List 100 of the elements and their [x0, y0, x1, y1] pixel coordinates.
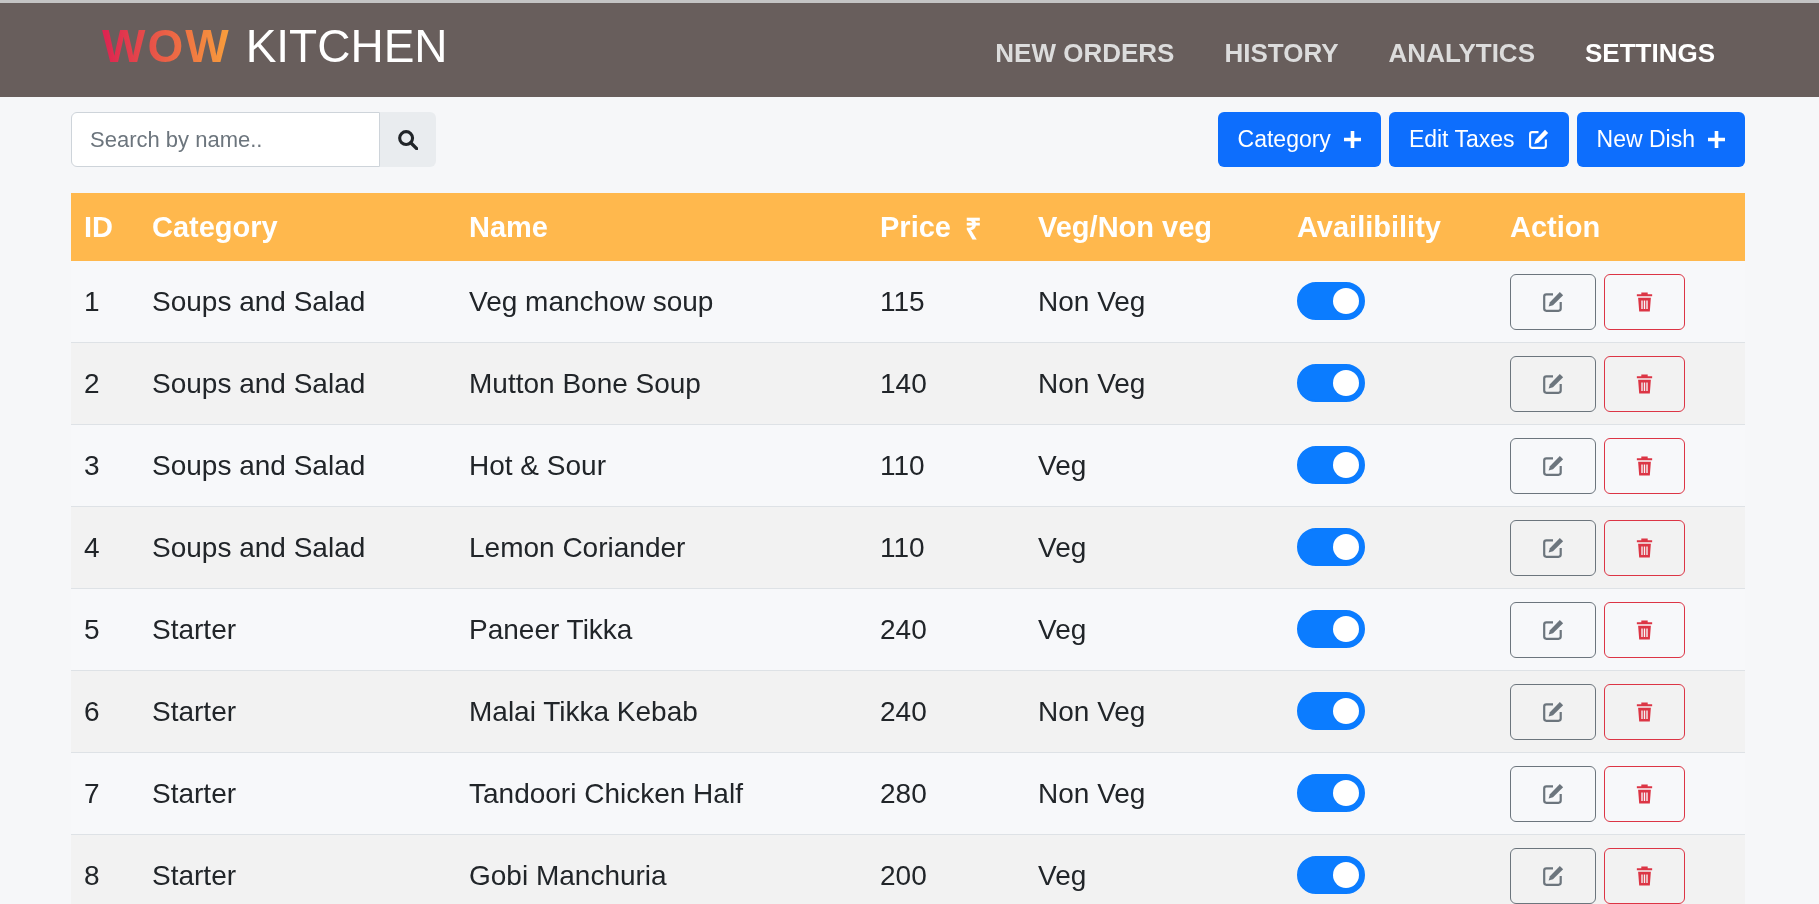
category-cell-text: Starter [151, 695, 238, 728]
id-cell-text: 3 [83, 449, 101, 482]
category-cell-text: Soups and Salad [151, 367, 367, 400]
toolbar-button[interactable]: Edit Taxes [1388, 112, 1569, 167]
column-header: Availibility [1297, 210, 1441, 244]
plus-icon [1708, 131, 1725, 148]
search-button[interactable] [380, 112, 436, 167]
id-cell-text: 4 [83, 531, 101, 564]
nav-link[interactable]: SETTINGS [1585, 37, 1715, 69]
type-cell-text: Non Veg [1037, 367, 1147, 400]
name-cell-text: Malai Tikka Kebab [468, 695, 699, 728]
edit-button[interactable] [1510, 519, 1596, 576]
name-cell-text: Gobi Manchuria [468, 859, 668, 892]
type-cell-text: Veg [1037, 613, 1088, 646]
column-header: Name [469, 210, 548, 244]
price-cell-text: 115 [879, 285, 926, 318]
pencil-square-icon [1542, 782, 1564, 805]
category-cell-text: Soups and Salad [151, 449, 367, 482]
delete-button[interactable] [1604, 519, 1685, 576]
type-cell-text: Veg [1037, 449, 1088, 482]
trash-icon [1636, 865, 1653, 886]
name-cell-text: Tandoori Chicken Half [468, 777, 744, 810]
currency-symbol: ₹ [964, 211, 982, 247]
price-cell-text: 110 [879, 449, 926, 482]
delete-button[interactable] [1604, 765, 1685, 822]
id-cell-text: 6 [83, 695, 101, 728]
trash-icon [1636, 783, 1653, 804]
pencil-square-icon [1542, 454, 1564, 477]
nav-link[interactable]: NEW ORDERS [995, 37, 1175, 69]
edit-button[interactable] [1510, 355, 1596, 412]
name-cell-text: Hot & Sour [468, 449, 607, 482]
availability-toggle[interactable] [1297, 855, 1365, 894]
pencil-square-icon [1542, 700, 1564, 723]
trash-icon [1636, 373, 1653, 394]
pencil-square-icon [1542, 618, 1564, 641]
price-cell-text: 110 [879, 531, 926, 564]
trash-icon [1636, 291, 1653, 312]
availability-toggle[interactable] [1297, 363, 1365, 402]
plus-icon [1343, 131, 1361, 148]
nav-link[interactable]: ANALYTICS [1388, 37, 1535, 69]
availability-toggle[interactable] [1297, 281, 1365, 320]
price-cell-text: 240 [879, 613, 928, 646]
delete-button[interactable] [1604, 273, 1685, 330]
type-cell-text: Veg [1037, 531, 1088, 564]
availability-toggle[interactable] [1297, 691, 1365, 730]
pencil-square-icon [1527, 129, 1549, 150]
type-cell-text: Non Veg [1037, 695, 1147, 728]
delete-button[interactable] [1604, 601, 1685, 658]
name-cell-text: Mutton Bone Soup [468, 367, 702, 400]
id-cell-text: 5 [83, 613, 101, 646]
category-cell-text: Starter [151, 859, 238, 892]
edit-button[interactable] [1510, 765, 1596, 822]
edit-button[interactable] [1510, 437, 1596, 494]
column-header: Veg/Non veg [1038, 210, 1213, 244]
category-cell-text: Soups and Salad [151, 531, 367, 564]
type-cell-text: Veg [1037, 859, 1088, 892]
category-cell-text: Starter [151, 777, 238, 810]
category-cell-text: Soups and Salad [151, 285, 367, 318]
price-cell-text: 140 [879, 367, 928, 400]
id-cell-text: 8 [83, 859, 101, 892]
edit-button[interactable] [1510, 847, 1596, 904]
logo-text: KITCHEN [245, 23, 448, 69]
column-header: Action [1510, 210, 1601, 244]
nav-link[interactable]: HISTORY [1224, 37, 1339, 69]
availability-toggle[interactable] [1297, 609, 1365, 648]
pencil-square-icon [1542, 864, 1564, 887]
search-field[interactable]: Search by name.. [71, 112, 380, 167]
column-header: ID [84, 210, 113, 244]
trash-icon [1636, 537, 1653, 558]
availability-toggle[interactable] [1297, 773, 1365, 812]
trash-icon [1636, 701, 1653, 722]
pencil-square-icon [1542, 372, 1564, 395]
trash-icon [1636, 619, 1653, 640]
column-header: Price [880, 210, 951, 244]
delete-button[interactable] [1604, 355, 1685, 412]
pencil-square-icon [1542, 290, 1564, 313]
edit-button[interactable] [1510, 273, 1596, 330]
pencil-square-icon [1542, 536, 1564, 559]
id-cell-text: 1 [83, 285, 101, 318]
category-cell-text: Starter [151, 613, 238, 646]
trash-icon [1636, 455, 1653, 476]
availability-toggle[interactable] [1297, 527, 1365, 566]
delete-button[interactable] [1604, 437, 1685, 494]
price-cell-text: 280 [879, 777, 928, 810]
price-cell-text: 200 [879, 859, 928, 892]
name-cell-text: Lemon Coriander [468, 531, 687, 564]
edit-button[interactable] [1510, 683, 1596, 740]
name-cell-text: Paneer Tikka [468, 613, 634, 646]
id-cell-text: 7 [83, 777, 101, 810]
type-cell-text: Non Veg [1037, 777, 1147, 810]
delete-button[interactable] [1604, 847, 1685, 904]
name-cell-text: Veg manchow soup [468, 285, 715, 318]
price-cell-text: 240 [879, 695, 928, 728]
type-cell-text: Non Veg [1037, 285, 1147, 318]
toolbar-button[interactable]: Category [1217, 112, 1381, 167]
delete-button[interactable] [1604, 683, 1685, 740]
availability-toggle[interactable] [1297, 445, 1365, 484]
toolbar-button[interactable]: New Dish [1576, 112, 1745, 167]
column-header: Category [152, 210, 278, 244]
edit-button[interactable] [1510, 601, 1596, 658]
